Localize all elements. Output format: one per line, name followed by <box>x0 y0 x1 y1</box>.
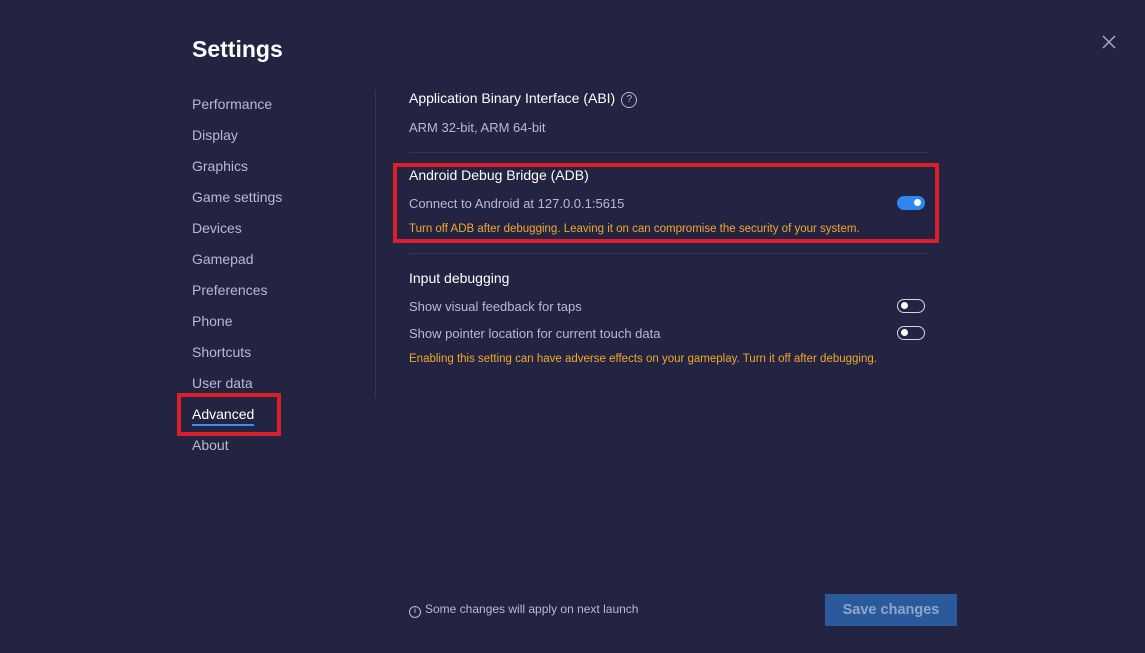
section-divider <box>409 253 928 254</box>
toggle-knob <box>901 302 908 309</box>
sidebar-item-graphics[interactable]: Graphics <box>192 155 362 186</box>
sidebar-divider <box>375 90 376 398</box>
pointer-location-label: Show pointer location for current touch … <box>409 326 661 341</box>
input-debugging-heading: Input debugging <box>409 270 510 286</box>
sidebar-item-label: Performance <box>192 96 273 112</box>
adb-highlight-box <box>393 163 939 243</box>
abi-heading: Application Binary Interface (ABI)? <box>409 90 638 108</box>
sidebar-item-devices[interactable]: Devices <box>192 217 362 248</box>
sidebar-item-label: Graphics <box>192 158 249 174</box>
abi-value: ARM 32-bit, ARM 64-bit <box>409 120 546 135</box>
sidebar-item-performance[interactable]: Performance <box>192 93 362 124</box>
input-debugging-warning: Enabling this setting can have adverse e… <box>409 353 877 365</box>
page-title: Settings <box>192 36 283 62</box>
abi-heading-label: Application Binary Interface (ABI) <box>409 90 616 106</box>
sidebar-item-label: Game settings <box>192 189 283 205</box>
sidebar-item-label: Gamepad <box>192 251 254 267</box>
sidebar-item-shortcuts[interactable]: Shortcuts <box>192 341 362 372</box>
sidebar-item-preferences[interactable]: Preferences <box>192 279 362 310</box>
advanced-highlight-box <box>177 393 281 436</box>
visual-feedback-label: Show visual feedback for taps <box>409 299 582 314</box>
sidebar-item-label: Display <box>192 127 238 143</box>
launch-note: i Some changes will apply on next launch <box>409 602 638 618</box>
save-changes-button[interactable]: Save changes <box>825 594 957 626</box>
pointer-location-toggle[interactable] <box>897 326 925 340</box>
sidebar-item-label: User data <box>192 375 253 391</box>
sidebar-item-label: About <box>192 437 229 453</box>
close-icon <box>1102 35 1116 49</box>
sidebar-item-label: Devices <box>192 220 242 236</box>
sidebar-item-phone[interactable]: Phone <box>192 310 362 341</box>
sidebar-item-display[interactable]: Display <box>192 124 362 155</box>
sidebar-item-about[interactable]: About <box>192 434 362 465</box>
visual-feedback-toggle[interactable] <box>897 299 925 313</box>
close-button[interactable] <box>1100 33 1118 51</box>
sidebar-item-game-settings[interactable]: Game settings <box>192 186 362 217</box>
info-icon: i <box>409 606 421 618</box>
sidebar-item-label: Preferences <box>192 282 268 298</box>
section-divider <box>409 152 928 153</box>
toggle-knob <box>901 329 908 336</box>
sidebar-item-label: Shortcuts <box>192 344 252 360</box>
help-icon[interactable]: ? <box>621 92 638 108</box>
launch-note-text: Some changes will apply on next launch <box>425 602 639 616</box>
sidebar-item-label: Phone <box>192 313 233 329</box>
sidebar-item-gamepad[interactable]: Gamepad <box>192 248 362 279</box>
